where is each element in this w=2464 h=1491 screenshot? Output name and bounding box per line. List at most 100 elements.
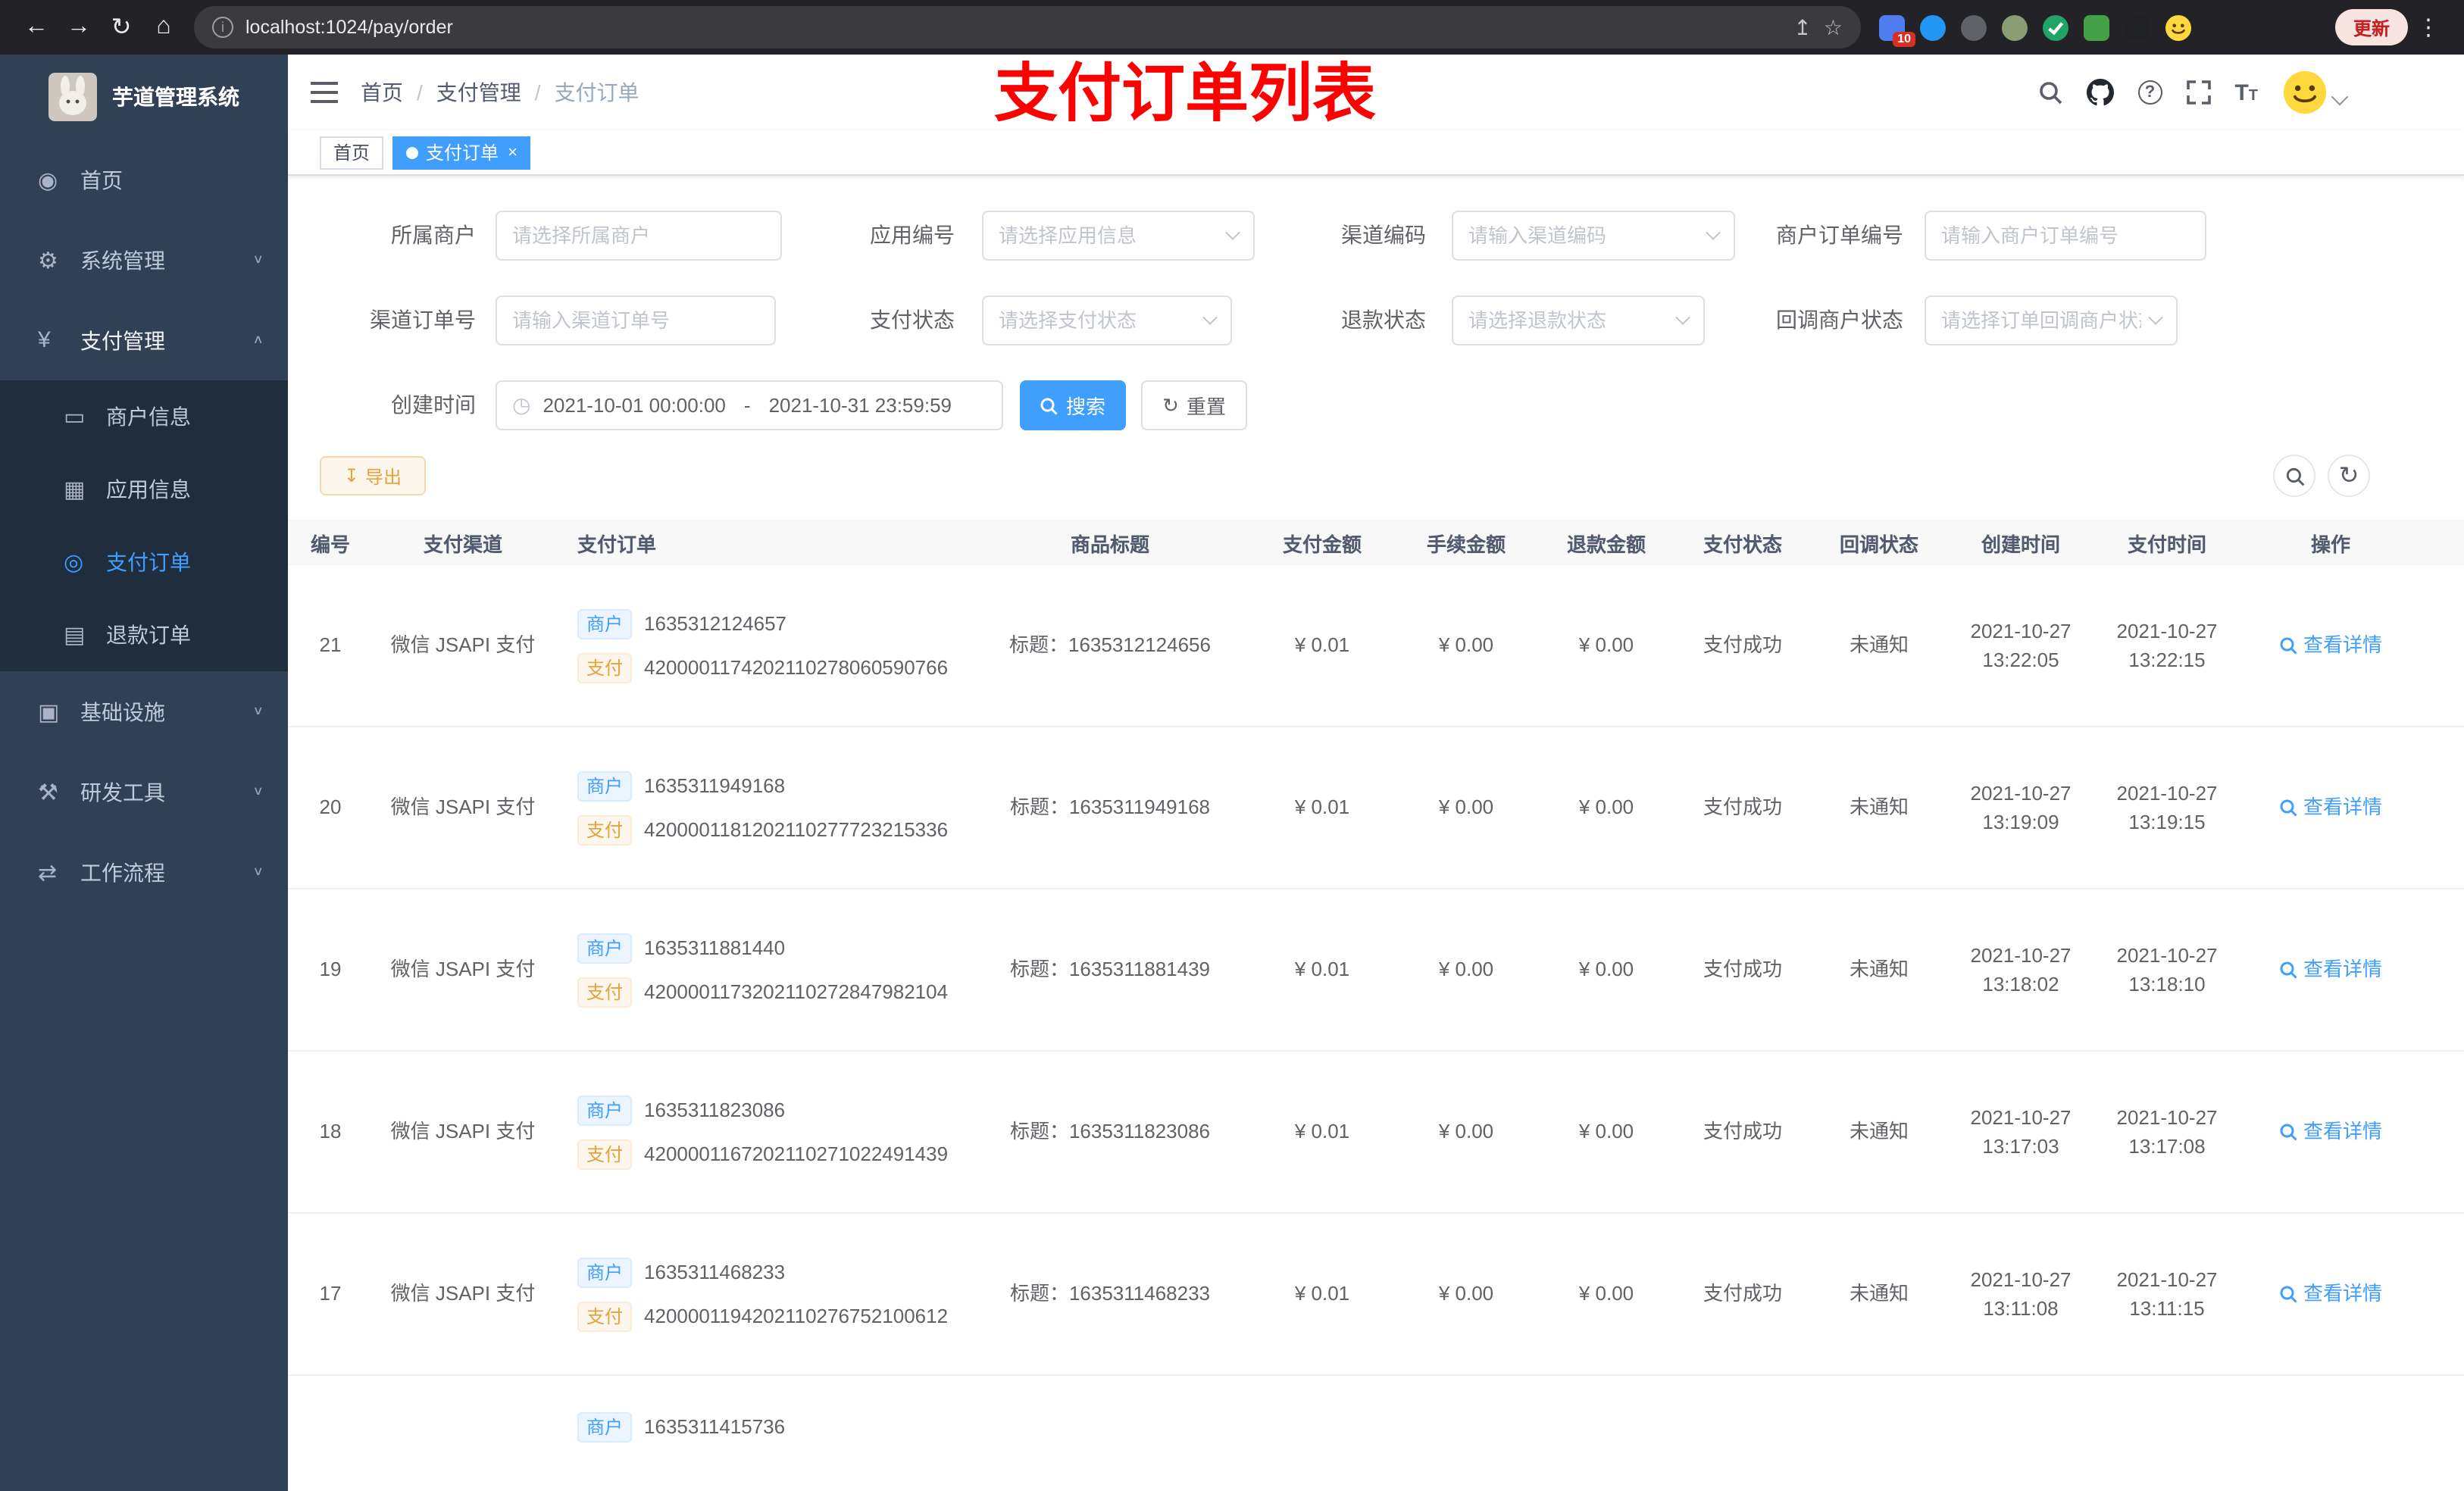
help-icon[interactable]: ? [2137, 80, 2162, 105]
sidebar-item-home[interactable]: ◉ 首页 [0, 139, 288, 220]
search-icon[interactable] [2037, 80, 2062, 105]
merchant-order-no-input[interactable] [1925, 211, 2206, 261]
extension-icon-4[interactable] [2002, 14, 2028, 40]
channel-code-field[interactable] [1468, 224, 1699, 247]
pay-tag: 支付 [577, 977, 633, 1007]
info-icon[interactable]: i [212, 17, 233, 38]
tab-pay-order[interactable]: 支付订单 × [392, 136, 531, 169]
sidebar-item-label: 基础设施 [80, 699, 165, 724]
page-annotation: 支付订单列表 [994, 58, 1377, 129]
column-header: 操作 [2310, 533, 2350, 555]
payment-submenu: ▭ 商户信息 ▦ 应用信息 ◎ 支付订单 ▤ 退款订单 [0, 380, 288, 671]
view-detail-link[interactable]: 查看详情 [2279, 1280, 2382, 1309]
sidebar-item-workflow[interactable]: ⇄ 工作流程 ∨ [0, 832, 288, 912]
share-icon[interactable]: ↥ [1793, 14, 1811, 40]
channel-order-no-input[interactable] [496, 295, 776, 345]
pay-order-cell: 商户 1635311949168 支付 42000011812021102777… [553, 771, 970, 845]
extension-icon-3[interactable] [1961, 14, 1987, 40]
refresh-icon[interactable]: ↻ [2328, 455, 2370, 497]
notify-status-cell: 未通知 [1849, 1282, 1909, 1305]
kebab-menu-icon[interactable]: ⋮ [2408, 14, 2449, 41]
created-time-cell: 2021-10-27 13:17:03 [1970, 1105, 2072, 1158]
refund-status-field[interactable] [1468, 309, 1668, 332]
user-menu[interactable] [2282, 70, 2349, 115]
view-detail-link[interactable]: 查看详情 [2279, 793, 2382, 823]
notify-status-cell: 未通知 [1849, 958, 1909, 981]
pin-icon[interactable] [2125, 14, 2150, 40]
table-row: 17 微信 JSAPI 支付 商户 1635311468233 支付 42000… [288, 1214, 2464, 1376]
reset-button[interactable]: ↻ 重置 [1141, 380, 1247, 430]
breadcrumb-payment[interactable]: 支付管理 [436, 77, 521, 108]
chevron-down-icon: ∨ [252, 705, 264, 718]
view-detail-link[interactable]: 查看详情 [2279, 1117, 2382, 1147]
merchant-filter-field[interactable] [512, 224, 765, 247]
search-button[interactable]: 搜索 [1020, 380, 1126, 430]
reset-button-label: 重置 [1186, 395, 1226, 418]
date-start-value[interactable]: 2021-10-01 00:00:00 [543, 394, 725, 417]
pay-order-no: 4200001181202110277723215336 [644, 817, 949, 841]
hamburger-icon[interactable] [288, 80, 361, 105]
app-id-select[interactable] [982, 211, 1255, 261]
pay-status-field[interactable] [999, 309, 1196, 332]
filter-label: 渠道编码 [1341, 223, 1426, 247]
download-icon: ↧ [343, 465, 360, 486]
sidebar-item-label: 系统管理 [80, 248, 165, 272]
reload-icon[interactable]: ↻ [100, 6, 142, 48]
chevron-down-icon [1225, 225, 1240, 240]
pay-amount-cell: ¥ 0.01 [1294, 1120, 1350, 1143]
sidebar-item-dev-tools[interactable]: ⚒ 研发工具 ∨ [0, 752, 288, 832]
url-bar[interactable]: i localhost:1024/pay/order ↥ ☆ [194, 6, 1861, 48]
channel-code-select[interactable] [1452, 211, 1735, 261]
column-header: 回调状态 [1839, 533, 1918, 555]
app-id-field[interactable] [999, 224, 1218, 247]
close-icon[interactable]: × [508, 143, 518, 161]
refund-status-select[interactable] [1452, 295, 1705, 345]
merchant-filter-input[interactable] [496, 211, 782, 261]
create-time-range-picker[interactable]: ◷ 2021-10-01 00:00:00 - 2021-10-31 23:59… [496, 380, 1003, 430]
back-icon[interactable]: ← [15, 6, 58, 48]
github-icon[interactable] [2086, 79, 2114, 106]
sidebar-item-label: 支付管理 [80, 328, 165, 352]
fullscreen-icon[interactable] [2186, 80, 2211, 105]
date-end-value[interactable]: 2021-10-31 23:59:59 [769, 394, 952, 417]
pay-order-no: 4200001173202110272847982104 [644, 980, 949, 1003]
sidebar-item-pay-order[interactable]: ◎ 支付订单 [0, 526, 288, 599]
created-time-cell: 2021-10-27 13:18:02 [1970, 943, 2072, 996]
pay-amount-cell: ¥ 0.01 [1294, 633, 1350, 657]
extension-chat-icon[interactable] [2084, 14, 2109, 40]
notify-status-select[interactable] [1925, 295, 2178, 345]
sidebar-item-app-info[interactable]: ▦ 应用信息 [0, 453, 288, 526]
view-detail-link[interactable]: 查看详情 [2279, 955, 2382, 985]
paid-time-cell: 2021-10-27 13:11:15 [2116, 1268, 2218, 1320]
search-icon [2280, 637, 2297, 655]
view-detail-link[interactable]: 查看详情 [2279, 631, 2382, 661]
sidebar-item-merchant-info[interactable]: ▭ 商户信息 [0, 380, 288, 453]
toggle-search-icon[interactable] [2273, 455, 2315, 497]
tags-view: 首页 支付订单 × [288, 130, 2464, 176]
extension-check-icon[interactable] [2043, 14, 2068, 40]
sidebar-item-payment[interactable]: ¥ 支付管理 ∧ [0, 300, 288, 380]
breadcrumb-home[interactable]: 首页 [361, 77, 403, 108]
extension-icon-2[interactable] [1920, 14, 1946, 40]
url-text[interactable]: localhost:1024/pay/order [245, 17, 453, 38]
export-button[interactable]: ↧ 导出 [320, 456, 426, 495]
channel-order-no-field[interactable] [512, 309, 759, 332]
sidebar-item-refund-order[interactable]: ▤ 退款订单 [0, 599, 288, 671]
extension-icon-1[interactable]: 10 [1879, 14, 1915, 46]
font-size-icon[interactable]: TT [2234, 80, 2258, 105]
table-row: 18 微信 JSAPI 支付 商户 1635311823086 支付 42000… [288, 1052, 2464, 1214]
star-icon[interactable]: ☆ [1824, 14, 1843, 40]
forward-icon[interactable]: → [58, 6, 100, 48]
chevron-down-icon: ∨ [252, 865, 264, 879]
sidebar-item-system[interactable]: ⚙ 系统管理 ∨ [0, 220, 288, 300]
notify-status-field[interactable] [1941, 309, 2141, 332]
home-icon[interactable]: ⌂ [142, 6, 185, 48]
sidebar-item-infra[interactable]: ▣ 基础设施 ∨ [0, 671, 288, 752]
tab-home[interactable]: 首页 [320, 136, 384, 169]
update-button[interactable]: 更新 [2334, 9, 2408, 45]
app-logo[interactable]: 芋道管理系统 [0, 55, 288, 139]
content: 所属商户 应用编号 渠道编码 商户订单编号 [288, 176, 2464, 1491]
emoji-extension-icon[interactable] [2165, 14, 2191, 40]
pay-status-select[interactable] [982, 295, 1232, 345]
merchant-order-no-field[interactable] [1941, 224, 2190, 247]
